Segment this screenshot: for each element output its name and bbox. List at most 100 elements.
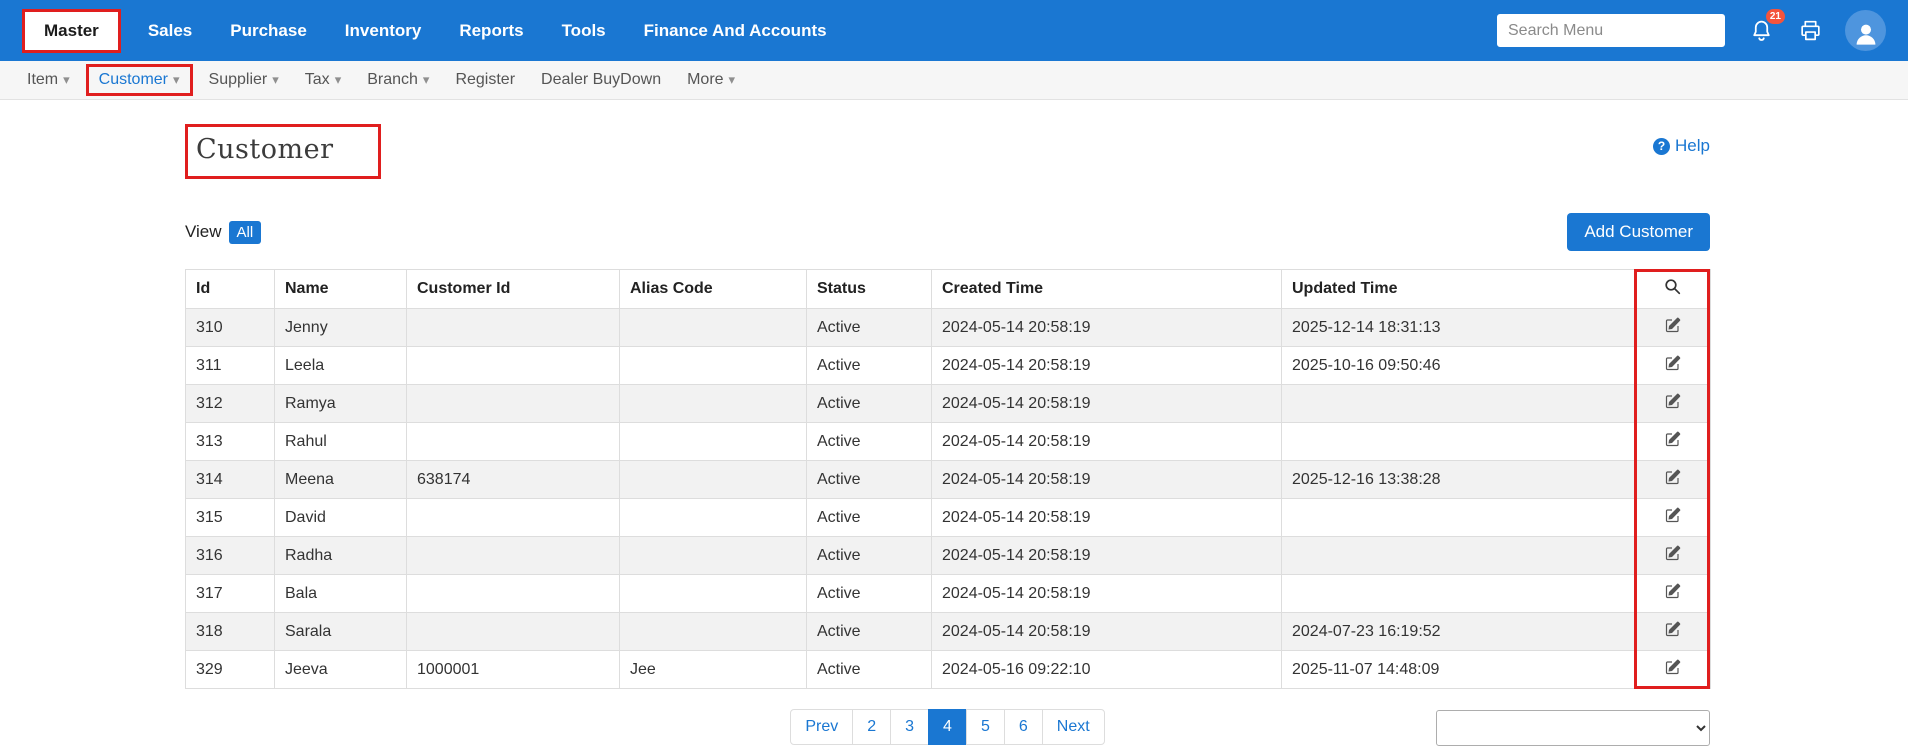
cell-status: Active [807,347,932,385]
cell-name: David [275,499,407,537]
cell-status: Active [807,613,932,651]
help-icon [1653,138,1670,155]
page-button-5[interactable]: 5 [966,709,1005,745]
customer-table: IdNameCustomer IdAlias CodeStatusCreated… [185,269,1710,689]
cell-customer-id [407,575,620,613]
subnav-item-customer[interactable]: Customer [86,64,193,96]
search-menu-input[interactable] [1497,14,1725,47]
edit-icon[interactable] [1665,431,1681,447]
subnav-item-label: Item [27,71,58,89]
subnav-item-branch[interactable]: Branch [354,64,442,96]
subnav-item-item[interactable]: Item [14,64,83,96]
cell-status: Active [807,575,932,613]
view-filter: View All [185,221,261,244]
edit-icon[interactable] [1665,393,1681,409]
cell-alias-code [620,575,807,613]
search-icon[interactable] [1664,278,1681,295]
topnav-item-finance-and-accounts[interactable]: Finance And Accounts [625,11,846,51]
notifications-button[interactable]: 21 [1749,18,1774,43]
notification-badge: 21 [1766,9,1785,24]
table-header-row: IdNameCustomer IdAlias CodeStatusCreated… [186,270,1711,309]
edit-icon[interactable] [1665,621,1681,637]
table-row: 310JennyActive2024-05-14 20:58:192025-12… [186,309,1711,347]
cell-id: 316 [186,537,275,575]
cell-name: Ramya [275,385,407,423]
column-header-actions [1635,270,1711,309]
cell-customer-id: 638174 [407,461,620,499]
top-navbar: MasterSalesPurchaseInventoryReportsTools… [0,0,1908,61]
cell-actions [1635,385,1711,423]
cell-created-time: 2024-05-14 20:58:19 [932,537,1282,575]
topnav-item-inventory[interactable]: Inventory [326,11,441,51]
page-button-prev[interactable]: Prev [790,709,853,745]
cell-status: Active [807,651,932,689]
add-customer-button[interactable]: Add Customer [1567,213,1710,251]
edit-icon[interactable] [1665,469,1681,485]
cell-customer-id [407,499,620,537]
cell-id: 310 [186,309,275,347]
edit-icon[interactable] [1665,545,1681,561]
subnav-item-register[interactable]: Register [442,64,528,96]
subnav-item-more[interactable]: More [674,64,748,96]
page-title: Customer [196,134,334,165]
edit-icon[interactable] [1665,659,1681,675]
topnav-item-master[interactable]: Master [22,9,121,53]
avatar[interactable] [1845,10,1886,51]
table-row: 318SaralaActive2024-05-14 20:58:192024-0… [186,613,1711,651]
cell-customer-id [407,423,620,461]
cell-customer-id: 1000001 [407,651,620,689]
edit-icon[interactable] [1665,583,1681,599]
cell-name: Meena [275,461,407,499]
cell-actions [1635,499,1711,537]
cell-created-time: 2024-05-14 20:58:19 [932,575,1282,613]
page-button-4[interactable]: 4 [928,709,967,745]
page-title-annotation: Customer [185,124,381,179]
view-all-badge[interactable]: All [229,221,262,244]
topnav-item-sales[interactable]: Sales [129,11,211,51]
cell-updated-time [1282,423,1635,461]
page-button-next[interactable]: Next [1042,709,1105,745]
cell-created-time: 2024-05-14 20:58:19 [932,385,1282,423]
topnav-item-tools[interactable]: Tools [543,11,625,51]
edit-icon[interactable] [1665,355,1681,371]
column-header-customer-id: Customer Id [407,270,620,309]
column-header-created-time: Created Time [932,270,1282,309]
subnav-item-supplier[interactable]: Supplier [196,64,292,96]
cell-actions [1635,651,1711,689]
cell-updated-time: 2025-10-16 09:50:46 [1282,347,1635,385]
cell-id: 311 [186,347,275,385]
cell-name: Sarala [275,613,407,651]
page-button-6[interactable]: 6 [1004,709,1043,745]
print-button[interactable] [1798,18,1823,43]
subnav-item-dealer-buydown[interactable]: Dealer BuyDown [528,64,674,96]
cell-id: 315 [186,499,275,537]
page-button-2[interactable]: 2 [852,709,891,745]
title-row: Customer Help [185,124,1710,179]
chevron-down-icon [724,71,736,89]
column-header-alias-code: Alias Code [620,270,807,309]
cell-customer-id [407,537,620,575]
page-button-3[interactable]: 3 [890,709,929,745]
subnav-item-tax[interactable]: Tax [292,64,354,96]
cell-alias-code [620,461,807,499]
cell-updated-time [1282,575,1635,613]
column-header-status: Status [807,270,932,309]
cell-name: Jeeva [275,651,407,689]
edit-icon[interactable] [1665,317,1681,333]
help-label: Help [1675,136,1710,156]
table-row: 312RamyaActive2024-05-14 20:58:19 [186,385,1711,423]
help-link[interactable]: Help [1653,136,1710,156]
edit-icon[interactable] [1665,507,1681,523]
cell-actions [1635,613,1711,651]
page-size-select[interactable] [1436,710,1710,746]
cell-updated-time [1282,499,1635,537]
customer-table-body: 310JennyActive2024-05-14 20:58:192025-12… [186,309,1711,689]
sub-navbar: Item CustomerSupplier Tax BranchRegisterDea… [0,61,1908,100]
topnav-item-reports[interactable]: Reports [440,11,542,51]
cell-name: Bala [275,575,407,613]
subnav-item-label: Tax [305,71,330,89]
cell-name: Radha [275,537,407,575]
cell-alias-code [620,613,807,651]
table-row: 317BalaActive2024-05-14 20:58:19 [186,575,1711,613]
topnav-item-purchase[interactable]: Purchase [211,11,326,51]
